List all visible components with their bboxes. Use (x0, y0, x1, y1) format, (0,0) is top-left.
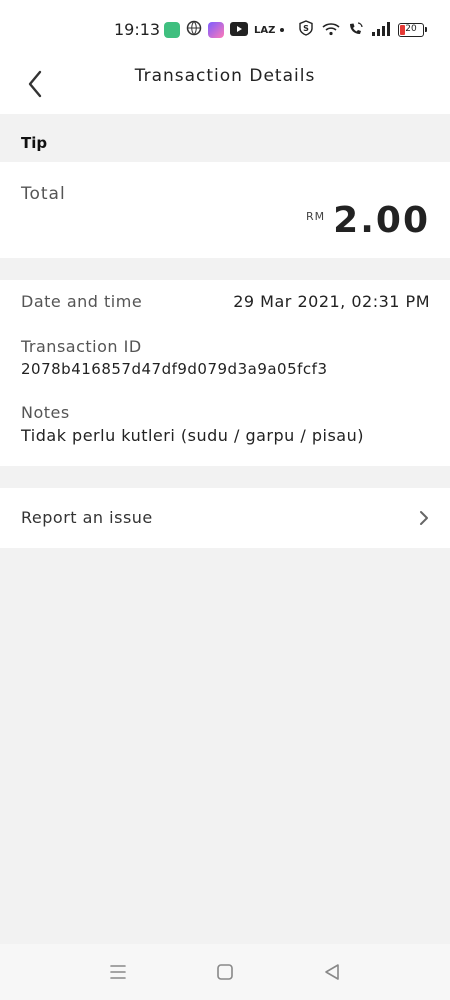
report-issue-button[interactable]: Report an issue (0, 488, 450, 548)
youtube-icon (230, 21, 248, 40)
app-purple-icon (208, 22, 224, 38)
home-square-icon (217, 964, 233, 980)
menu-icon (110, 965, 126, 979)
notes-value: Tidak perlu kutleri (sudu / garpu / pisa… (21, 426, 364, 445)
tip-section-header: Tip (0, 122, 450, 162)
details-card: Date and time 29 Mar 2021, 02:31 PM Tran… (0, 280, 450, 466)
nav-menu-button[interactable] (106, 960, 130, 984)
laz-badge: LAZ (254, 24, 276, 36)
app-green-icon (164, 22, 180, 38)
system-nav-bar (0, 944, 450, 1000)
page-title: Transaction Details (134, 66, 316, 86)
signal-icon (372, 21, 390, 40)
battery-level: 20 (405, 24, 417, 34)
report-issue-label: Report an issue (21, 508, 153, 527)
currency-label: RM (306, 210, 326, 223)
date-time-label: Date and time (21, 292, 143, 311)
vpn-globe-icon (186, 20, 202, 40)
total-card: Total RM 2.00 (0, 162, 450, 258)
total-amount: 2.00 (333, 200, 430, 241)
status-system-icons: S 20 (274, 20, 427, 40)
transaction-id-label: Transaction ID (21, 337, 142, 356)
status-bar: 19:13 LAZ S 20 (0, 0, 450, 56)
nav-home-button[interactable] (213, 960, 237, 984)
wifi-call-icon (348, 21, 364, 40)
chevron-right-icon (420, 511, 428, 525)
notes-label: Notes (21, 403, 70, 422)
wifi-icon (322, 21, 340, 40)
date-time-value: 29 Mar 2021, 02:31 PM (233, 292, 430, 311)
nav-back-button[interactable] (320, 960, 344, 984)
app-header: Transaction Details (0, 56, 450, 114)
status-time: 19:13 (114, 20, 161, 39)
status-app-icons: LAZ (164, 20, 276, 40)
tip-label: Tip (21, 134, 48, 152)
notification-dot-icon (280, 28, 284, 32)
battery-icon: 20 (398, 23, 427, 37)
back-triangle-icon (325, 964, 339, 980)
total-label: Total (21, 184, 66, 204)
shopee-s-icon: S (298, 20, 314, 40)
transaction-id-value: 2078b416857d47df9d079d3a9a05fcf3 (21, 360, 328, 378)
svg-text:S: S (303, 24, 309, 33)
total-amount-group: RM 2.00 (306, 200, 430, 241)
